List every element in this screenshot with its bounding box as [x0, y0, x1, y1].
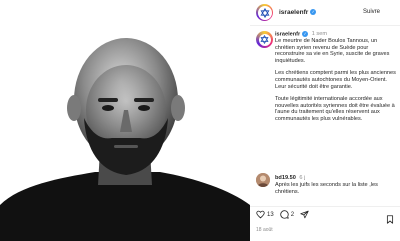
post-header: israelenfr ✓ Suivre — [250, 0, 400, 26]
caption-paragraph-2: Les chrétiens comptent parmi les plus an… — [275, 70, 396, 90]
post-details-panel: israelenfr ✓ Suivre israelenfr ✓ 1 sem Le — [250, 0, 400, 241]
comment-body: Après les juifs les seconds sur la liste… — [275, 182, 378, 195]
follow-button[interactable]: Suivre — [363, 9, 380, 15]
heart-icon — [256, 210, 265, 219]
caption-text: israelenfr ✓ 1 sem Le meurtre de Nader Bo… — [275, 31, 396, 129]
post-photo[interactable] — [0, 0, 250, 241]
portrait-image — [0, 0, 250, 241]
post-actions: 13 2 — [250, 206, 400, 224]
star-of-david-icon — [257, 5, 272, 20]
comment-time: 6 j — [299, 175, 306, 181]
comment-text: bd19.50 6 j Après les juifs les seconds … — [275, 175, 396, 196]
verified-badge-icon: ✓ — [302, 31, 309, 37]
header-username[interactable]: israelenfr ✓ — [279, 9, 317, 16]
commenter-avatar[interactable] — [256, 173, 270, 187]
caption-paragraph-3: Toute légitimité internationale accordée… — [275, 96, 395, 123]
bookmark-icon — [386, 215, 394, 224]
caption-avatar[interactable] — [256, 31, 273, 48]
post-date: 18 août — [256, 227, 273, 233]
comment-username[interactable]: bd19.50 — [275, 175, 296, 181]
instagram-post-viewer: israelenfr ✓ Suivre israelenfr ✓ 1 sem Le — [0, 0, 400, 241]
comment-icon — [279, 210, 289, 219]
save-button[interactable] — [386, 211, 394, 229]
comment-count: 2 — [290, 211, 295, 218]
like-count: 13 — [267, 211, 274, 218]
caption-username[interactable]: israelenfr — [275, 31, 300, 37]
caption-paragraph-1: Le meurtre de Nader Boulos Tannous, un c… — [275, 38, 390, 64]
comment-button[interactable]: 2 — [279, 210, 295, 219]
share-icon — [300, 210, 309, 219]
caption-paragraph: israelenfr ✓ 1 sem Le meurtre de Nader Bo… — [275, 31, 396, 64]
username-text[interactable]: israelenfr — [279, 9, 308, 16]
star-of-david-icon — [258, 33, 271, 46]
profile-avatar[interactable] — [256, 4, 273, 21]
share-button[interactable] — [300, 210, 311, 219]
verified-badge-icon: ✓ — [310, 9, 317, 16]
post-time: 1 sem — [311, 31, 327, 38]
like-button[interactable]: 13 — [256, 210, 274, 219]
